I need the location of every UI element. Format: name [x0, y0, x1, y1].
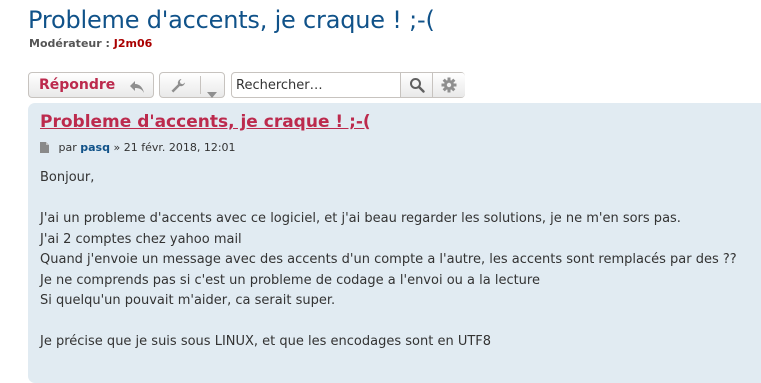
post-line: Bonjour,	[40, 170, 95, 185]
post-line: Si quelqu'un pouvait m'aider, ca serait …	[40, 293, 336, 308]
reply-arrow-icon	[129, 79, 145, 98]
advanced-search-button[interactable]	[432, 73, 465, 97]
post-line: Je précise que je suis sous LINUX, et qu…	[40, 334, 492, 349]
post-line: J'ai un probleme d'accents avec ce logic…	[40, 211, 681, 226]
moderator-label: Modérateur :	[29, 37, 110, 50]
post-content: Bonjour, J'ai un probleme d'accents avec…	[40, 168, 755, 353]
gear-icon	[441, 77, 457, 93]
post-line: Je ne comprends pas si c'est un probleme…	[40, 272, 540, 288]
reply-button[interactable]: Répondre	[28, 72, 154, 98]
post-meta: par pasq » 21 févr. 2018, 12:01	[40, 141, 236, 156]
meta-prefix: par	[58, 141, 77, 154]
search-input[interactable]	[232, 73, 400, 97]
post-title[interactable]: Probleme d'accents, je craque ! ;-(	[40, 112, 371, 132]
meta-separator: »	[113, 141, 121, 154]
topic-tools-button[interactable]	[159, 72, 225, 98]
page-title[interactable]: Probleme d'accents, je craque ! ;-(	[28, 6, 435, 34]
wrench-icon	[170, 78, 186, 98]
tools-divider	[200, 76, 201, 94]
document-icon[interactable]	[40, 142, 49, 156]
post-line: J'ai 2 comptes chez yahoo mail	[40, 231, 242, 247]
search-icon	[410, 78, 425, 93]
post-line: Quand j'envoie un message avec des accen…	[40, 252, 737, 267]
topic-search	[231, 72, 465, 98]
moderator-info: Modérateur : J2m06	[29, 37, 152, 50]
post-author[interactable]: pasq	[80, 141, 110, 154]
search-button[interactable]	[400, 73, 433, 97]
post-date: 21 févr. 2018, 12:01	[123, 141, 236, 154]
reply-button-label: Répondre	[39, 77, 116, 93]
post: Probleme d'accents, je craque ! ;-( par …	[28, 103, 761, 383]
caret-down-icon[interactable]	[207, 83, 217, 102]
moderator-name[interactable]: J2m06	[114, 37, 153, 50]
